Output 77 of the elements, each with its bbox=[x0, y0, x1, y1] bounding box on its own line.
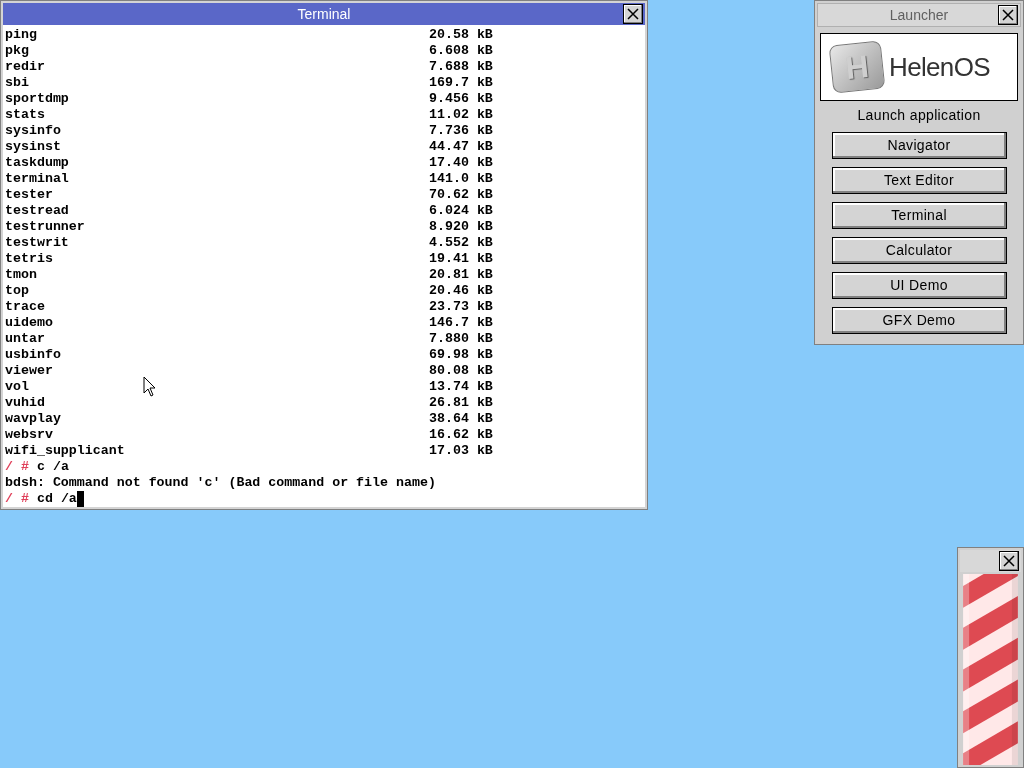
shell-command: cd /a bbox=[36, 491, 84, 507]
error-message: bdsh: Command not found 'c' (Bad command or file name) bbox=[5, 475, 436, 490]
close-button[interactable] bbox=[999, 550, 1019, 571]
shell-command: c /a bbox=[36, 459, 76, 475]
file-name: redir bbox=[5, 59, 45, 74]
file-size: 7.880 kB bbox=[429, 331, 493, 347]
file-name: websrv bbox=[5, 427, 53, 442]
launch-button[interactable]: Terminal bbox=[831, 202, 1007, 229]
file-name: pkg bbox=[5, 43, 29, 58]
file-name: taskdump bbox=[5, 155, 69, 170]
launch-button[interactable]: Calculator bbox=[831, 237, 1007, 264]
file-name: sportdmp bbox=[5, 91, 69, 106]
file-name: sysinst bbox=[5, 139, 61, 154]
file-size: 146.7 kB bbox=[429, 315, 493, 331]
file-size: 4.552 kB bbox=[429, 235, 493, 251]
shell-prompt: / # bbox=[5, 459, 29, 475]
file-size: 7.688 kB bbox=[429, 59, 493, 75]
file-name: tetris bbox=[5, 251, 53, 266]
logo-letter: H bbox=[843, 46, 871, 89]
file-size: 7.736 kB bbox=[429, 123, 493, 139]
file-size: 23.73 kB bbox=[429, 299, 493, 315]
close-icon bbox=[1002, 9, 1014, 21]
file-name: testrunner bbox=[5, 219, 85, 234]
close-button[interactable] bbox=[998, 5, 1018, 25]
close-icon bbox=[1003, 554, 1015, 567]
file-name: top bbox=[5, 283, 29, 298]
file-size: 6.024 kB bbox=[429, 203, 493, 219]
file-name: terminal bbox=[5, 171, 69, 186]
file-size: 11.02 kB bbox=[429, 107, 493, 123]
file-name: tmon bbox=[5, 267, 37, 282]
file-size: 169.7 kB bbox=[429, 75, 493, 91]
file-name: testwrit bbox=[5, 235, 69, 250]
file-name: sbi bbox=[5, 75, 29, 90]
file-size: 8.920 kB bbox=[429, 219, 493, 235]
launch-button[interactable]: Navigator bbox=[831, 132, 1007, 159]
file-size: 17.40 kB bbox=[429, 155, 493, 171]
file-size: 44.47 kB bbox=[429, 139, 493, 155]
file-size: 26.81 kB bbox=[429, 395, 493, 411]
launch-button[interactable]: Text Editor bbox=[831, 167, 1007, 194]
pointer-icon bbox=[143, 376, 157, 397]
file-size: 6.608 kB bbox=[429, 43, 493, 59]
file-size: 141.0 kB bbox=[429, 171, 493, 187]
launcher-heading: Launch application bbox=[857, 106, 981, 125]
file-size: 17.03 kB bbox=[429, 443, 493, 459]
launch-button[interactable]: GFX Demo bbox=[831, 307, 1007, 334]
file-name: vuhid bbox=[5, 395, 45, 410]
file-size: 69.98 kB bbox=[429, 347, 493, 363]
file-size: 80.08 kB bbox=[429, 363, 493, 379]
file-name: ping bbox=[5, 27, 37, 42]
file-size: 70.62 kB bbox=[429, 187, 493, 203]
file-size: 38.64 kB bbox=[429, 411, 493, 427]
close-icon bbox=[627, 8, 639, 20]
file-name: usbinfo bbox=[5, 347, 61, 362]
file-size: 20.58 kB bbox=[429, 27, 493, 43]
file-name: tester bbox=[5, 187, 53, 202]
file-name: viewer bbox=[5, 363, 53, 378]
close-button[interactable] bbox=[623, 4, 643, 24]
file-size: 20.81 kB bbox=[429, 267, 493, 283]
file-name: stats bbox=[5, 107, 45, 122]
launch-button[interactable]: UI Demo bbox=[831, 272, 1007, 299]
file-size: 13.74 kB bbox=[429, 379, 493, 395]
logo-text: HelenOS bbox=[889, 50, 990, 84]
file-name: untar bbox=[5, 331, 45, 346]
shell-prompt: / # bbox=[5, 491, 29, 507]
file-name: vol bbox=[5, 379, 29, 394]
file-size: 16.62 kB bbox=[429, 427, 493, 443]
file-name: wavplay bbox=[5, 411, 61, 426]
window-title: Launcher bbox=[889, 5, 949, 25]
file-name: wifi_supplicant bbox=[5, 443, 125, 458]
window-title: Terminal bbox=[297, 4, 351, 24]
file-size: 20.46 kB bbox=[429, 283, 493, 299]
file-size: 9.456 kB bbox=[429, 91, 493, 107]
file-name: trace bbox=[5, 299, 45, 314]
file-name: sysinfo bbox=[5, 123, 61, 138]
file-name: testread bbox=[5, 203, 69, 218]
file-name: uidemo bbox=[5, 315, 53, 330]
file-size: 19.41 kB bbox=[429, 251, 493, 267]
